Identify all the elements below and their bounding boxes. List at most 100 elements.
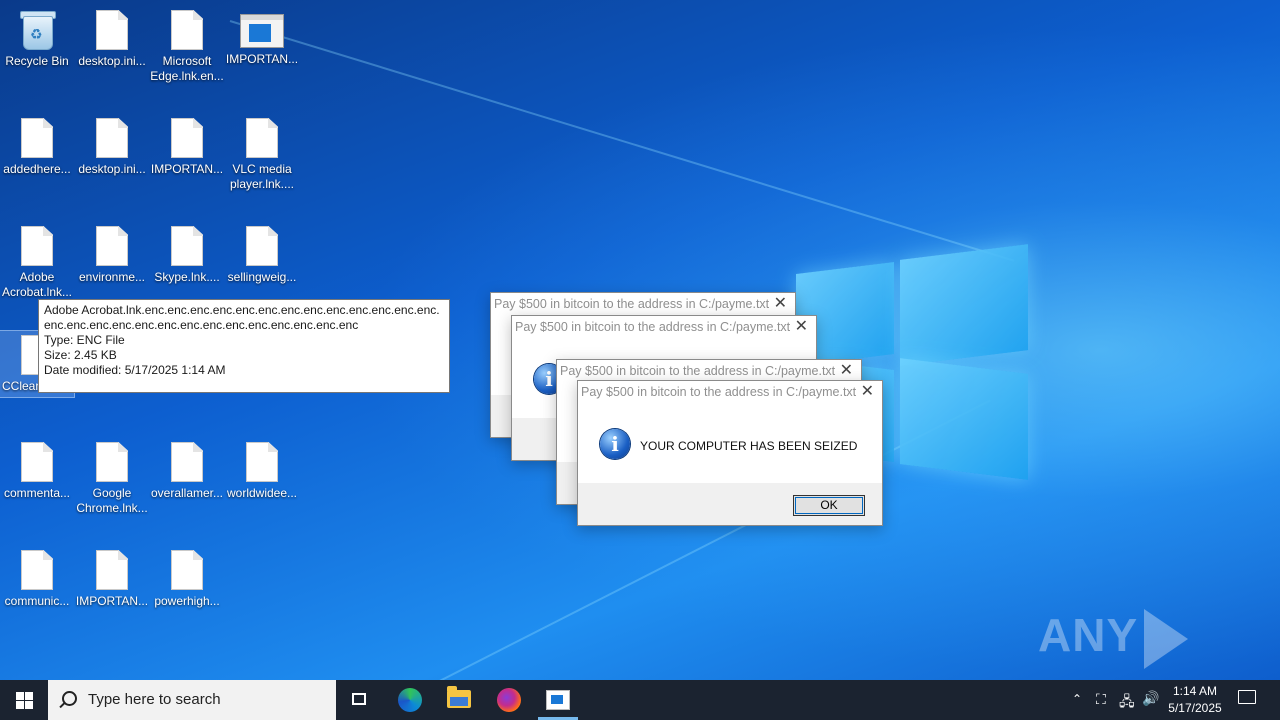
file-icon (21, 442, 53, 482)
file-info-tooltip: Adobe Acrobat.lnk.enc.enc.enc.enc.enc.en… (38, 299, 450, 393)
play-icon (1144, 608, 1189, 669)
file-icon (96, 118, 128, 158)
dialog-titlebar[interactable]: Pay $500 in bitcoin to the address in C:… (557, 360, 861, 382)
firefox-icon[interactable] (497, 688, 521, 712)
dialog-titlebar[interactable]: Pay $500 in bitcoin to the address in C:… (578, 381, 882, 403)
clock-time: 1:14 AM (1172, 684, 1218, 698)
icon-label: desktop.ini... (78, 162, 146, 176)
taskbar-clock[interactable]: 1:14 AM 5/17/2025 (1160, 683, 1230, 717)
file-icon (21, 226, 53, 266)
icon-label: IMPORTAN... (225, 52, 299, 66)
watermark-right: RUN (1038, 670, 1141, 680)
desktop-icon-file[interactable]: communic... (0, 550, 74, 609)
icon-label: Adobe Acrobat.lnk... (1, 270, 73, 299)
taskbar: Type here to search ⌃ ⛶ 🖧 🔊 (0, 680, 1280, 720)
icon-label: Skype.lnk.... (154, 270, 220, 284)
desktop-icon-recycle-bin[interactable]: ♻ Recycle Bin (0, 8, 74, 69)
desktop-icon-file[interactable]: sellingweig... (225, 226, 299, 285)
info-icon: i (600, 429, 630, 459)
desktop-icon-file[interactable]: Microsoft Edge.lnk.en... (150, 10, 224, 84)
file-icon (171, 10, 203, 50)
ransom-dialog-front[interactable]: Pay $500 in bitcoin to the address in C:… (577, 380, 883, 526)
desktop-icon-shortcut[interactable]: IMPORTAN... (225, 10, 299, 67)
file-icon (171, 118, 203, 158)
close-icon[interactable]: ✕ (840, 360, 853, 382)
icon-label: IMPORTAN... (75, 594, 149, 608)
file-explorer-icon[interactable] (447, 686, 471, 708)
file-icon (21, 118, 53, 158)
icon-label: Google Chrome.lnk... (76, 486, 148, 515)
desktop-icon-file[interactable]: Adobe Acrobat.lnk... (0, 226, 74, 300)
icon-label: desktop.ini... (78, 54, 146, 68)
desktop-icon-file[interactable]: addedhere... (0, 118, 74, 177)
file-icon (171, 226, 203, 266)
file-icon (21, 550, 53, 590)
file-icon (96, 550, 128, 590)
watermark-left: ANY (1038, 609, 1139, 661)
desktop-icon-file[interactable]: worldwidee... (225, 442, 299, 501)
icon-label: sellingweig... (227, 270, 297, 284)
desktop-icon-file[interactable]: desktop.ini... (75, 118, 149, 177)
icon-label: worldwidee... (226, 486, 298, 500)
tooltip-modified: Date modified: 5/17/2025 1:14 AM (44, 363, 226, 377)
volume-icon[interactable]: 🔊 (1142, 690, 1159, 707)
dialog-titlebar[interactable]: Pay $500 in bitcoin to the address in C:… (491, 293, 795, 315)
file-icon (171, 442, 203, 482)
file-icon (96, 10, 128, 50)
icon-label: Microsoft Edge.lnk.en... (150, 54, 224, 83)
icon-label: addedhere... (3, 162, 71, 176)
search-icon (62, 691, 77, 706)
start-button[interactable] (0, 680, 48, 720)
icon-label: Recycle Bin (5, 54, 69, 68)
file-icon (246, 118, 278, 158)
desktop-icon-file[interactable]: Skype.lnk.... (150, 226, 224, 285)
task-view-icon (352, 693, 366, 705)
chevron-up-icon[interactable]: ⌃ (1072, 692, 1082, 706)
file-icon (171, 550, 203, 590)
desktop-icon-file[interactable]: environme... (75, 226, 149, 285)
desktop-icon-file[interactable]: IMPORTAN... (150, 118, 224, 177)
dialog-title: Pay $500 in bitcoin to the address in C:… (494, 297, 770, 311)
close-icon[interactable]: ✕ (795, 316, 808, 338)
desktop: ♻ Recycle Bin desktop.ini... Microsoft E… (0, 0, 1280, 680)
tooltip-type: Type: ENC File (44, 333, 125, 347)
file-icon (96, 442, 128, 482)
desktop-icon-file[interactable]: Google Chrome.lnk... (75, 442, 149, 516)
desktop-icon-file[interactable]: overallamer... (150, 442, 224, 501)
clock-date: 5/17/2025 (1168, 701, 1222, 715)
network-icon[interactable]: 🖧 (1119, 691, 1135, 715)
icon-label: communic... (4, 594, 70, 608)
icon-label: environme... (78, 270, 146, 284)
dialog-title: Pay $500 in bitcoin to the address in C:… (515, 320, 791, 334)
desktop-icon-file[interactable]: desktop.ini... (75, 10, 149, 69)
taskbar-search-box[interactable]: Type here to search (48, 680, 336, 720)
dialog-footer: OK (578, 483, 882, 525)
running-app-icon[interactable] (546, 690, 570, 710)
recycle-bin-icon: ♻ (19, 8, 56, 50)
close-icon[interactable]: ✕ (861, 381, 874, 403)
anyrun-watermark: ANY RUN (1038, 608, 1280, 680)
dialog-title: Pay $500 in bitcoin to the address in C:… (560, 364, 836, 378)
close-icon[interactable]: ✕ (774, 293, 787, 315)
window-app-icon (240, 14, 284, 48)
desktop-icon-file[interactable]: powerhigh... (150, 550, 224, 609)
file-icon (246, 442, 278, 482)
tooltip-size: Size: 2.45 KB (44, 348, 117, 362)
icon-label: commenta... (3, 486, 71, 500)
icon-label: VLC media player.lnk.... (229, 162, 295, 191)
icon-label: powerhigh... (154, 594, 220, 608)
windows-icon (16, 692, 24, 700)
device-icon[interactable]: ⛶ (1096, 691, 1106, 708)
dialog-title: Pay $500 in bitcoin to the address in C:… (581, 385, 857, 399)
icon-label: IMPORTAN... (150, 162, 224, 176)
file-icon (246, 226, 278, 266)
desktop-icon-file[interactable]: VLC media player.lnk.... (225, 118, 299, 192)
notification-icon[interactable] (1238, 690, 1256, 704)
desktop-icon-file[interactable]: commenta... (0, 442, 74, 501)
edge-browser-icon[interactable] (398, 688, 422, 712)
desktop-icon-file[interactable]: IMPORTAN... (75, 550, 149, 609)
dialog-message: YOUR COMPUTER HAS BEEN SEIZED (640, 439, 858, 453)
ok-button[interactable]: OK (793, 495, 865, 516)
task-view-button[interactable] (344, 680, 376, 720)
dialog-titlebar[interactable]: Pay $500 in bitcoin to the address in C:… (512, 316, 816, 338)
